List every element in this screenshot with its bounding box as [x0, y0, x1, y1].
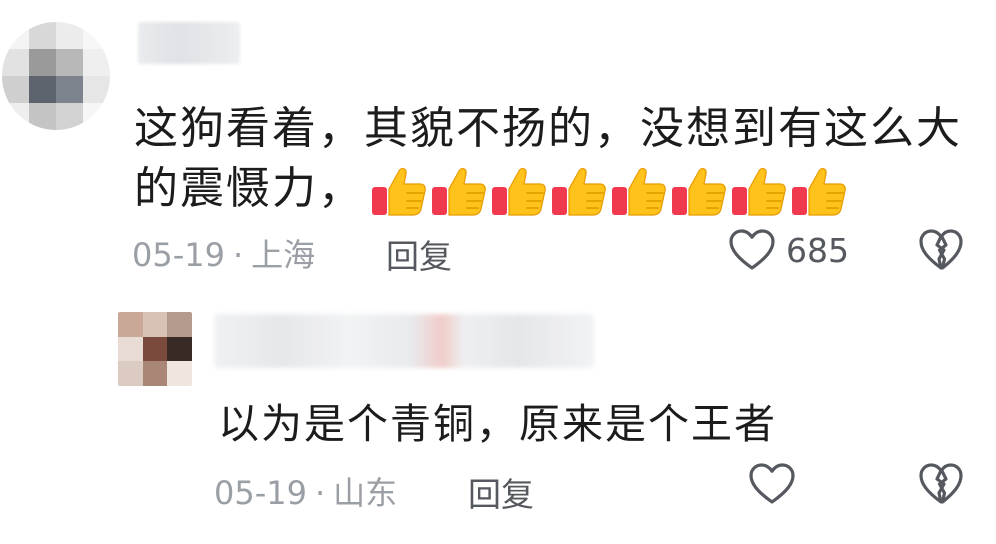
comment-text-line2-text: 的震慑力， — [134, 163, 364, 214]
username-blurred[interactable] — [138, 22, 240, 64]
thumbs-up-emoji — [732, 168, 786, 216]
like-count: 685 — [786, 230, 849, 270]
thumbs-up-emoji — [792, 168, 846, 216]
broken-heart-icon — [919, 229, 963, 270]
reply-meta: 05-19 · 山东 — [214, 468, 397, 514]
heart-outline-icon — [729, 229, 775, 270]
reply-dislike-button[interactable] — [918, 462, 964, 510]
reply-avatar[interactable] — [118, 312, 192, 386]
reply-text: 以为是个青铜，原来是个王者 — [218, 400, 777, 448]
thumbs-up-emoji — [552, 168, 606, 216]
reply-date: 05-19 — [214, 474, 307, 512]
reply-username-blurred[interactable] — [214, 314, 594, 368]
reply-like-button[interactable] — [748, 462, 796, 506]
meta-separator: · — [232, 236, 244, 274]
thumbs-up-emoji — [492, 168, 546, 216]
comment-text-line2: 的震慑力， — [134, 152, 848, 219]
broken-heart-icon — [919, 463, 963, 504]
comment-date: 05-19 — [132, 236, 225, 274]
like-button[interactable]: 685 — [728, 228, 849, 272]
reply-to-reply-button[interactable]: 回复 — [468, 468, 534, 516]
comment-meta: 05-19 · 上海 — [132, 230, 315, 276]
reply-button[interactable]: 回复 — [386, 230, 452, 278]
thumbs-up-emoji-row — [370, 163, 848, 219]
comment-text-line1: 这狗看着，其貌不扬的，没想到有这么大 — [134, 103, 962, 154]
thumbs-up-emoji — [432, 168, 486, 216]
comment-location: 上海 — [251, 236, 316, 274]
dislike-button[interactable] — [918, 228, 964, 276]
avatar[interactable] — [2, 22, 110, 130]
thumbs-up-emoji — [612, 168, 666, 216]
meta-separator: · — [314, 474, 326, 512]
reply-location: 山东 — [333, 474, 398, 512]
thumbs-up-emoji — [372, 168, 426, 216]
heart-outline-icon — [749, 463, 795, 504]
thumbs-up-emoji — [672, 168, 726, 216]
comment-thread: 这狗看着，其貌不扬的，没想到有这么大 的震慑力， 05-19 · 上海 回复 685… — [0, 0, 996, 544]
